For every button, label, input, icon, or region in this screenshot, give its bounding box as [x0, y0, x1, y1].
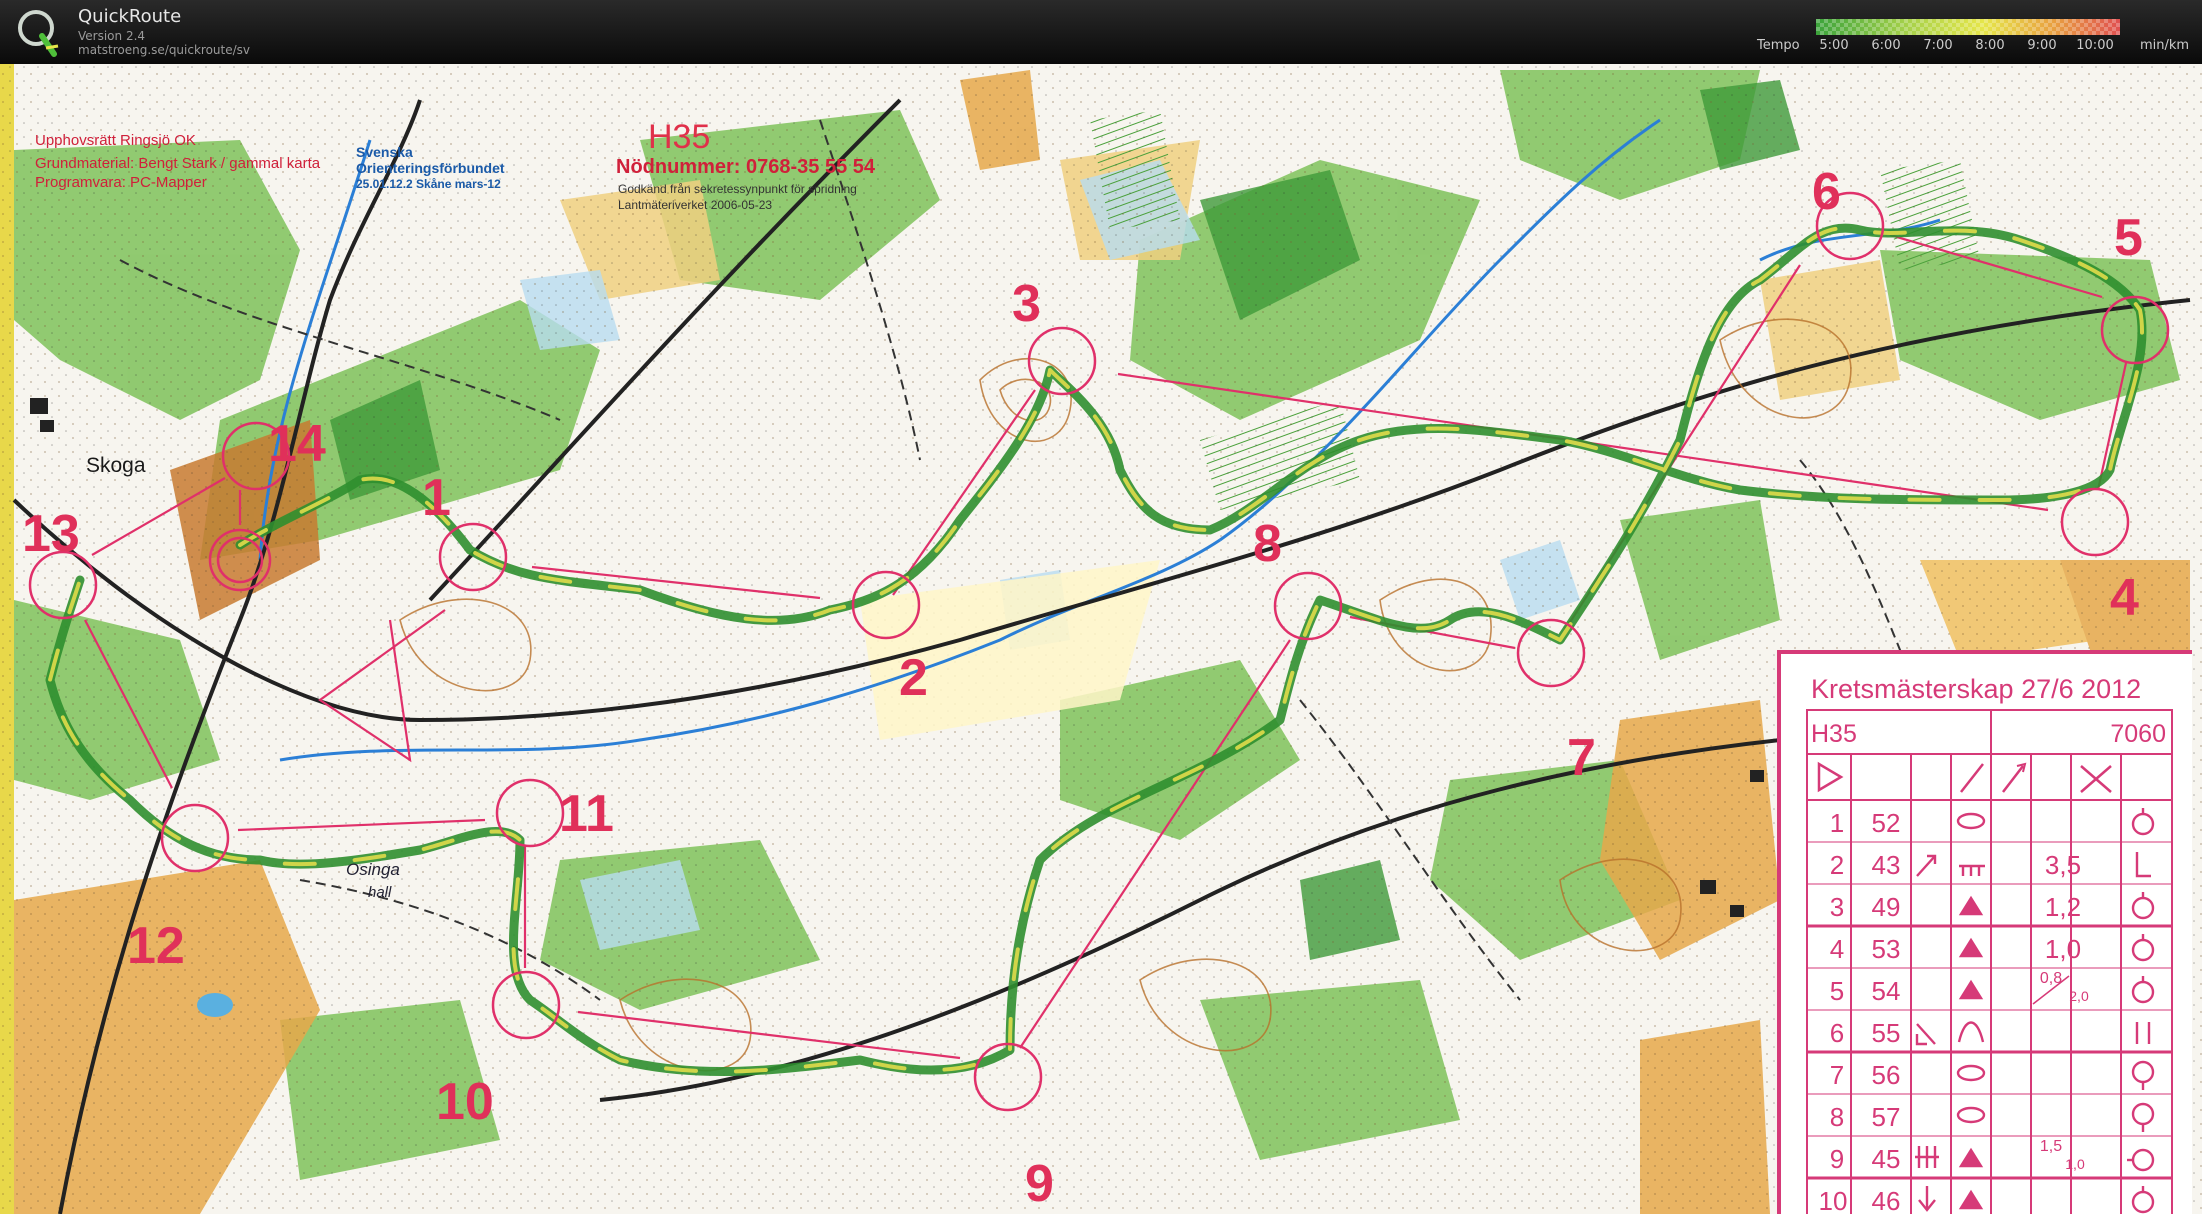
tempo-tick: 6:00 [1871, 38, 1901, 53]
place-name-osinga: Osinga [346, 860, 400, 879]
control-number-1[interactable]: 1 [422, 468, 451, 528]
control-number-12[interactable]: 12 [127, 916, 185, 976]
approval-text: Godkänd från sekretessynpunkt för spridn… [618, 182, 857, 196]
approval-date: Lantmäteriverket 2006-05-23 [618, 198, 773, 212]
quickroute-window: QuickRoute Version 2.4 matstroeng.se/qui… [0, 0, 2202, 1214]
app-version: Version 2.4 [78, 29, 146, 43]
quickroute-q-logo [18, 10, 59, 57]
place-name-skoga: Skoga [86, 454, 146, 477]
control-feature-icon [2131, 812, 2155, 836]
sof-name-line2: Orienteringsförbundet [356, 160, 505, 176]
lake [197, 993, 233, 1017]
control-symbols [1915, 808, 2155, 1214]
app-title: QuickRoute [78, 6, 182, 27]
tempo-label: Tempo [1757, 38, 1800, 53]
oval-icon [1956, 812, 1986, 830]
control-number-9[interactable]: 9 [1025, 1154, 1054, 1214]
place-name-osinga-hall: hall [368, 884, 392, 901]
tempo-tick: 5:00 [1819, 38, 1849, 53]
control-description-card: Kretsmästerskap 27/6 2012 H35 7060 1 52 … [1777, 650, 2192, 1214]
control-number-10[interactable]: 10 [436, 1072, 494, 1132]
control-number-7[interactable]: 7 [1567, 728, 1596, 788]
control-number-5[interactable]: 5 [2114, 208, 2143, 268]
emergency-number: Nödnummer: 0768-35 55 54 [616, 156, 876, 178]
tempo-color-scale[interactable] [1816, 19, 2120, 35]
control-number-3[interactable]: 3 [1012, 274, 1041, 334]
tempo-unit: min/km [2140, 38, 2190, 53]
tempo-tick: 7:00 [1923, 38, 1953, 53]
sof-name-line1: Svenska [356, 144, 413, 160]
orienteering-map[interactable]: Upphovsrätt Ringsjö OK Grundmaterial: Be… [0, 64, 2202, 1214]
app-url: matstroeng.se/quickroute/sv [78, 43, 251, 57]
sof-license: 25.01.12.2 Skåne mars-12 [356, 177, 501, 191]
map-class-code: H35 [648, 118, 711, 156]
control-number-13[interactable]: 13 [22, 504, 80, 564]
tempo-tick: 9:00 [2027, 38, 2057, 53]
map-software: Programvara: PC-Mapper [35, 174, 207, 191]
tempo-tick: 10:00 [2076, 38, 2114, 53]
control-number-11[interactable]: 11 [559, 784, 614, 844]
map-base-material: Grundmaterial: Bengt Stark / gammal kart… [35, 155, 321, 172]
control-number-2[interactable]: 2 [899, 648, 928, 708]
control-number-4[interactable]: 4 [2110, 568, 2139, 628]
map-copyright: Upphovsrätt Ringsjö OK [35, 132, 196, 149]
control-number-8[interactable]: 8 [1253, 514, 1282, 574]
control-number-14[interactable]: 14 [268, 414, 326, 474]
tempo-tick: 8:00 [1975, 38, 2005, 53]
title-bar: QuickRoute Version 2.4 matstroeng.se/qui… [0, 0, 2202, 64]
control-number-6[interactable]: 6 [1812, 162, 1841, 222]
